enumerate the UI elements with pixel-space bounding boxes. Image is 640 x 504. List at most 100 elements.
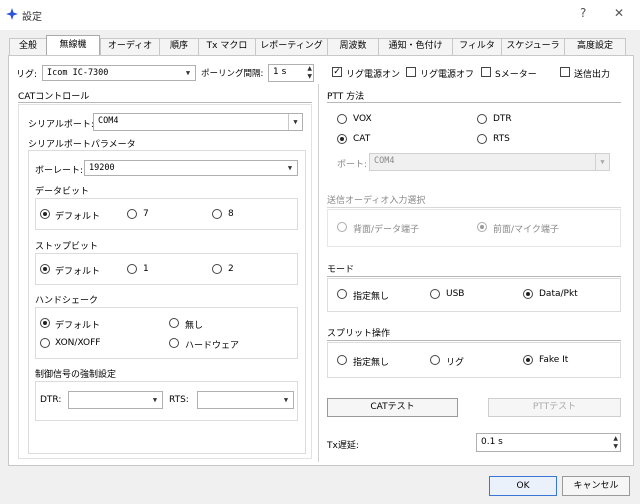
chevron-down-icon: ▼ [288,114,302,130]
audio-source-divider [327,207,621,208]
ptt-port-combo[interactable]: COM4 ▼ [369,153,610,171]
ok-button[interactable]: OK [489,476,557,496]
rig-power-off-checkbox[interactable] [406,67,416,77]
handshake-xonxoff-label: XON/XOFF [55,338,101,348]
mode-data-radio[interactable] [523,289,533,299]
split-operation-title: スプリット操作 [327,329,391,339]
ptt-vox-radio[interactable] [337,114,347,124]
baud-select[interactable]: 19200 ▼ [84,160,298,176]
tab-advanced[interactable]: 高度設定 [564,38,626,55]
handshake-xonxoff-radio[interactable] [40,338,50,348]
ptt-cat-radio[interactable] [337,134,347,144]
chevron-down-icon: ▼ [185,69,191,77]
handshake-none-label: 無し [185,321,204,331]
ptt-rts-label: RTS [493,134,510,144]
cat-test-button[interactable]: CATテスト [327,398,458,417]
ptt-rts-radio[interactable] [477,134,487,144]
stop-bits-2-radio[interactable] [212,264,222,274]
stop-bits-1-radio[interactable] [127,264,137,274]
chevron-down-icon: ▼ [152,396,158,404]
rig-power-off-label: リグ電源オフ [420,70,475,80]
poll-interval-spinbox[interactable]: 1 s ▲ ▼ [268,64,314,82]
poll-interval-value: 1 s [273,67,287,77]
dtr-label: DTR: [40,395,62,405]
audio-front-radio[interactable] [477,222,487,232]
ptt-vox-label: VOX [353,114,372,124]
tab-audio[interactable]: オーディオ [100,38,160,55]
split-divider [327,340,621,341]
cat-control-title: CATコントロール [18,92,90,102]
dtr-select[interactable]: ▼ [68,391,163,409]
app-icon [6,8,18,20]
poll-interval-label: ポーリング間隔: [201,69,264,79]
tab-filters[interactable]: フィルタ [452,38,502,55]
title-bar: 設定 ? ✕ [0,0,640,30]
tab-sequence[interactable]: 順序 [159,38,199,55]
mode-usb-label: USB [446,289,465,299]
tab-radio[interactable]: 無線機 [46,35,100,56]
tab-notifications[interactable]: 通知・色付け [378,38,453,55]
tab-general[interactable]: 全般 [9,38,47,55]
tx-delay-spinbox[interactable]: 0.1 s ▲ ▼ [476,433,621,452]
stop-bits-title: ストップビット [35,242,99,252]
cat-divider [18,102,312,103]
serial-params-title: シリアルポートパラメータ [28,140,136,150]
audio-rear-radio[interactable] [337,222,347,232]
rts-label: RTS: [169,395,189,405]
chevron-down-icon: ▼ [595,154,609,170]
split-none-label: 指定無し [353,358,390,368]
ptt-divider [327,102,621,103]
data-bits-default-label: デフォルト [55,212,101,222]
handshake-frame [35,307,298,359]
ptt-test-button[interactable]: PTTテスト [488,398,621,417]
close-button[interactable]: ✕ [614,6,624,20]
spin-arrows-icon[interactable]: ▲ ▼ [307,65,312,81]
spin-arrows-icon[interactable]: ▲ ▼ [613,435,618,451]
handshake-title: ハンドシェーク [35,296,99,306]
split-none-radio[interactable] [337,355,347,365]
ptt-dtr-label: DTR [493,114,512,124]
baud-label: ボーレート: [35,166,84,176]
cancel-button[interactable]: キャンセル [562,476,630,496]
data-bits-7-radio[interactable] [127,209,137,219]
force-control-title: 制御信号の強制設定 [35,370,117,380]
rts-select[interactable]: ▼ [197,391,294,409]
tab-scheduler[interactable]: スケジューラ [501,38,565,55]
tab-frequencies[interactable]: 周波数 [327,38,379,55]
rig-power-on-checkbox[interactable]: ✓ [332,67,342,77]
tx-output-label: 送信出力 [574,70,611,80]
mode-none-radio[interactable] [337,289,347,299]
rig-label: リグ: [16,70,38,80]
tx-output-checkbox[interactable] [560,67,570,77]
ptt-port-label: ポート: [337,160,368,170]
stop-bits-default-radio[interactable] [40,264,50,274]
serial-port-combo[interactable]: COM4 ▼ [93,113,303,131]
tab-reporting[interactable]: レポーティング [255,38,328,55]
help-button[interactable]: ? [580,6,586,20]
handshake-none-radio[interactable] [169,318,179,328]
mode-usb-radio[interactable] [430,289,440,299]
baud-value: 19200 [89,163,115,173]
tab-tx-macros[interactable]: Tx マクロ [198,38,256,55]
serial-port-value: COM4 [98,116,119,126]
handshake-default-label: デフォルト [55,321,101,331]
handshake-hardware-label: ハードウェア [185,341,240,351]
rig-select[interactable]: Icom IC-7300 ▼ [42,65,196,81]
split-fake-it-radio[interactable] [523,355,533,365]
split-rig-label: リグ [446,358,465,368]
tx-audio-source-title: 送信オーディオ入力選択 [327,196,426,206]
ptt-dtr-radio[interactable] [477,114,487,124]
stop-bits-default-label: デフォルト [55,267,101,277]
data-bits-default-radio[interactable] [40,209,50,219]
data-bits-8-radio[interactable] [212,209,222,219]
window-title: 設定 [22,12,42,23]
ptt-port-value: COM4 [374,156,395,166]
handshake-hardware-radio[interactable] [169,338,179,348]
split-rig-radio[interactable] [430,355,440,365]
column-divider [318,84,319,462]
mode-none-label: 指定無し [353,292,390,302]
handshake-default-radio[interactable] [40,318,50,328]
s-meter-checkbox[interactable] [481,67,491,77]
data-bits-8-label: 8 [228,209,234,219]
s-meter-label: Sメーター [495,70,537,80]
